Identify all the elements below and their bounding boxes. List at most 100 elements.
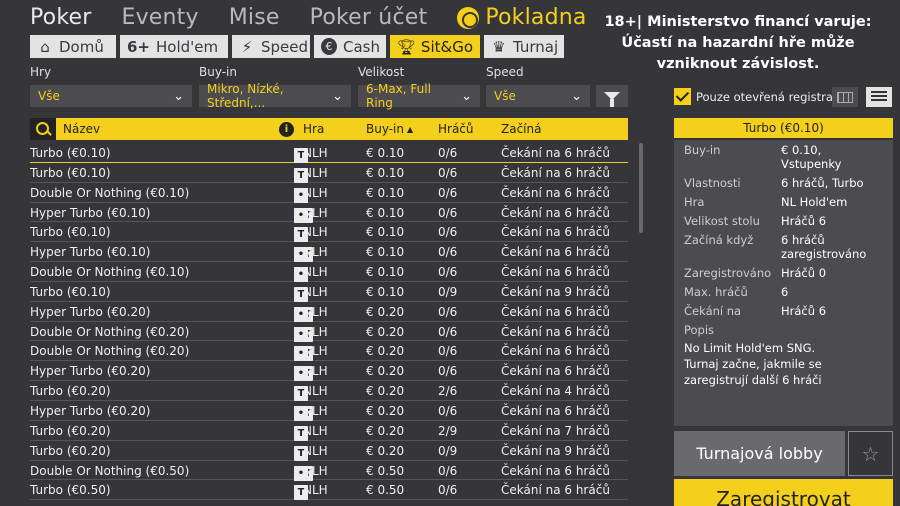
tab-label: Turnaj	[513, 37, 559, 56]
table-row[interactable]: Double Or Nothing (€0.50)%6HT•NLH€ 0.500…	[30, 461, 628, 481]
checkbox-checked-icon[interactable]	[674, 88, 691, 105]
row-buyin: € 0.20	[366, 304, 405, 319]
row-name: Turbo (€0.50)	[30, 483, 111, 498]
game-select-value: Vše	[38, 89, 60, 103]
table-row[interactable]: Turbo (€0.50)6TNLH€ 0.500/6Čekání na 6 h…	[30, 480, 628, 501]
row-buyin: € 0.10	[366, 165, 405, 180]
row-game: NLH	[303, 483, 328, 498]
filter-button[interactable]	[596, 85, 628, 107]
table-row[interactable]: Double Or Nothing (€0.20)%6HT•NLH€ 0.200…	[30, 322, 628, 342]
row-players: 0/6	[438, 146, 458, 160]
lightning-icon: ⚡	[241, 37, 253, 56]
table-row[interactable]: Turbo (€0.20) T NLH € 0.20 2/9 Čekání na 7 hr…	[30, 421, 628, 441]
nav-eventy[interactable]: Eventy	[121, 6, 198, 30]
tab-home[interactable]: ⌂ Domů	[30, 35, 116, 58]
only-open-registration[interactable]: Pouze otevřená registrace	[674, 88, 846, 105]
row-game: NLH	[303, 146, 328, 160]
table-row[interactable]: Hyper Turbo (€0.20)6HT•NLH€ 0.200/6Čekán…	[30, 302, 628, 322]
info-icon[interactable]: i	[279, 122, 294, 137]
buyin-select[interactable]: Mikro, Nízké, Střední,... ⌄	[199, 82, 351, 110]
row-players: 0/9	[438, 284, 458, 299]
detail-key: Velikost stolu	[684, 214, 760, 228]
detail-description-label: Popis	[684, 323, 715, 337]
table-row[interactable]: Turbo (€0.10)6TNLH€ 0.100/6Čekání na 6 h…	[30, 143, 628, 163]
row-players: 0/6	[438, 185, 458, 200]
description-line: Turnaj začne, jakmile se zaregistrují da…	[684, 357, 822, 387]
col-game[interactable]: Hra	[303, 122, 324, 136]
col-buyin[interactable]: Buy-in ▲	[366, 122, 413, 136]
detail-row: Hra NL Hold'em	[684, 195, 883, 209]
detail-value: 6	[781, 285, 789, 299]
row-players: 0/6	[438, 165, 458, 180]
table-row[interactable]: Turbo (€0.10) T NLH € 0.10 0/9 Čekání na 9 hr…	[30, 282, 628, 302]
col-players[interactable]: Hráčů	[438, 122, 474, 136]
table-row[interactable]: Hyper Turbo (€0.20)6HT•NLH€ 0.200/6Čekán…	[30, 361, 628, 382]
table-row[interactable]: Double Or Nothing (€0.20)%6HT•NLH€ 0.200…	[30, 341, 628, 362]
row-starts: Čekání na 7 hráčů	[501, 423, 610, 438]
table-row[interactable]: Turbo (€0.10)6TNLH€ 0.100/6Čekání na 6 h…	[30, 222, 628, 243]
nav-cashier[interactable]: Pokladna	[457, 6, 586, 30]
grid-view-button[interactable]	[832, 87, 858, 107]
tab-sitgo[interactable]: 🏆︎ Sit&Go	[390, 35, 480, 58]
nav-poker-account[interactable]: Poker účet	[310, 6, 428, 30]
row-buyin: € 0.10	[366, 185, 405, 200]
row-buyin: € 0.10	[366, 146, 405, 160]
row-buyin: € 0.20	[366, 364, 405, 379]
detail-panel: Buy-in € 0.10, Vstupenky Vlastnosti 6 hráčů…	[674, 140, 893, 426]
row-starts: Čekání na 6 hráčů	[501, 225, 610, 240]
list-view-button[interactable]	[866, 87, 892, 107]
register-button[interactable]: Zaregistrovat	[674, 479, 893, 506]
row-starts: Čekání na 6 hráčů	[501, 483, 610, 498]
row-name: Turbo (€0.10)	[30, 284, 111, 299]
table-row[interactable]: Turbo (€0.10)6TNLH€ 0.100/6Čekání na 6 h…	[30, 163, 628, 183]
row-name: Double Or Nothing (€0.20)	[30, 344, 190, 359]
table-row[interactable]: Hyper Turbo (€0.10)6HT•NLH€ 0.100/6Čekán…	[30, 242, 628, 263]
row-buyin: € 0.10	[366, 284, 405, 299]
filter-label-buyin: Buy-in	[199, 65, 237, 79]
col-starts[interactable]: Začíná	[501, 122, 541, 136]
description-line: No Limit Hold'em SNG.	[684, 341, 816, 355]
tab-holdem[interactable]: 6+ Hold'em	[120, 35, 228, 58]
trophy-icon: 🏆︎	[397, 37, 417, 56]
tournament-lobby-button[interactable]: Turnajová lobby	[674, 431, 845, 476]
table-row[interactable]: Turbo (€0.20)6TNLH€ 0.202/6Čekání na 4 h…	[30, 381, 628, 402]
size-select[interactable]: 6-Max, Full Ring ⌄	[358, 82, 480, 110]
row-name: Turbo (€0.20)	[30, 443, 111, 458]
tab-cash[interactable]: € Cash	[314, 35, 386, 58]
row-starts: Čekání na 6 hráčů	[501, 324, 610, 339]
row-players: 0/6	[438, 324, 458, 339]
row-game: NLH	[303, 245, 328, 260]
row-name: Double Or Nothing (€0.50)	[30, 463, 190, 478]
nav-mise[interactable]: Mise	[229, 6, 280, 30]
detail-key: Čekání na	[684, 304, 742, 318]
list-scrollbar[interactable]	[639, 143, 643, 233]
row-starts: Čekání na 6 hráčů	[501, 265, 610, 280]
filter-label-game: Hry	[30, 65, 52, 79]
favorite-button[interactable]: ☆	[848, 431, 893, 476]
row-players: 2/6	[438, 384, 458, 399]
speed-select[interactable]: Vše ⌄	[486, 85, 590, 107]
game-tabs: ⌂ Domů 6+ Hold'em ⚡ Speed € Cash 🏆︎ Sit&…	[30, 35, 564, 58]
search-icon[interactable]	[30, 118, 56, 140]
row-players: 0/6	[438, 344, 458, 359]
row-game: NLH	[303, 384, 328, 399]
tab-speed[interactable]: ⚡ Speed	[232, 35, 310, 58]
tab-label: Hold'em	[156, 37, 219, 56]
table-row[interactable]: Double Or Nothing (€0.10)%6T•NLH€ 0.100/…	[30, 183, 628, 203]
row-starts: Čekání na 6 hráčů	[501, 205, 610, 220]
row-game: NLH	[303, 463, 328, 478]
table-row[interactable]: Double Or Nothing (€0.10)%6T•NLH€ 0.100/…	[30, 262, 628, 283]
row-players: 2/9	[438, 423, 458, 438]
table-row[interactable]: Turbo (€0.20) T NLH € 0.20 0/9 Čekání na 9 hr…	[30, 441, 628, 461]
tab-tournament[interactable]: ♛ Turnaj	[484, 35, 564, 58]
sort-asc-icon: ▲	[407, 125, 414, 134]
buyin-select-value: Mikro, Nízké, Střední,...	[207, 82, 284, 110]
table-row[interactable]: Hyper Turbo (€0.10)6HT•NLH€ 0.100/6Čekán…	[30, 203, 628, 223]
nav-poker[interactable]: Poker	[30, 6, 91, 30]
list-icon	[871, 91, 887, 103]
detail-title: Turbo (€0.10)	[674, 118, 893, 138]
game-select[interactable]: Vše ⌄	[30, 85, 192, 107]
row-starts: Čekání na 6 hráčů	[501, 304, 610, 319]
col-name[interactable]: Název	[63, 122, 100, 136]
table-row[interactable]: Hyper Turbo (€0.20)6HT•NLH€ 0.200/6Čekán…	[30, 401, 628, 421]
